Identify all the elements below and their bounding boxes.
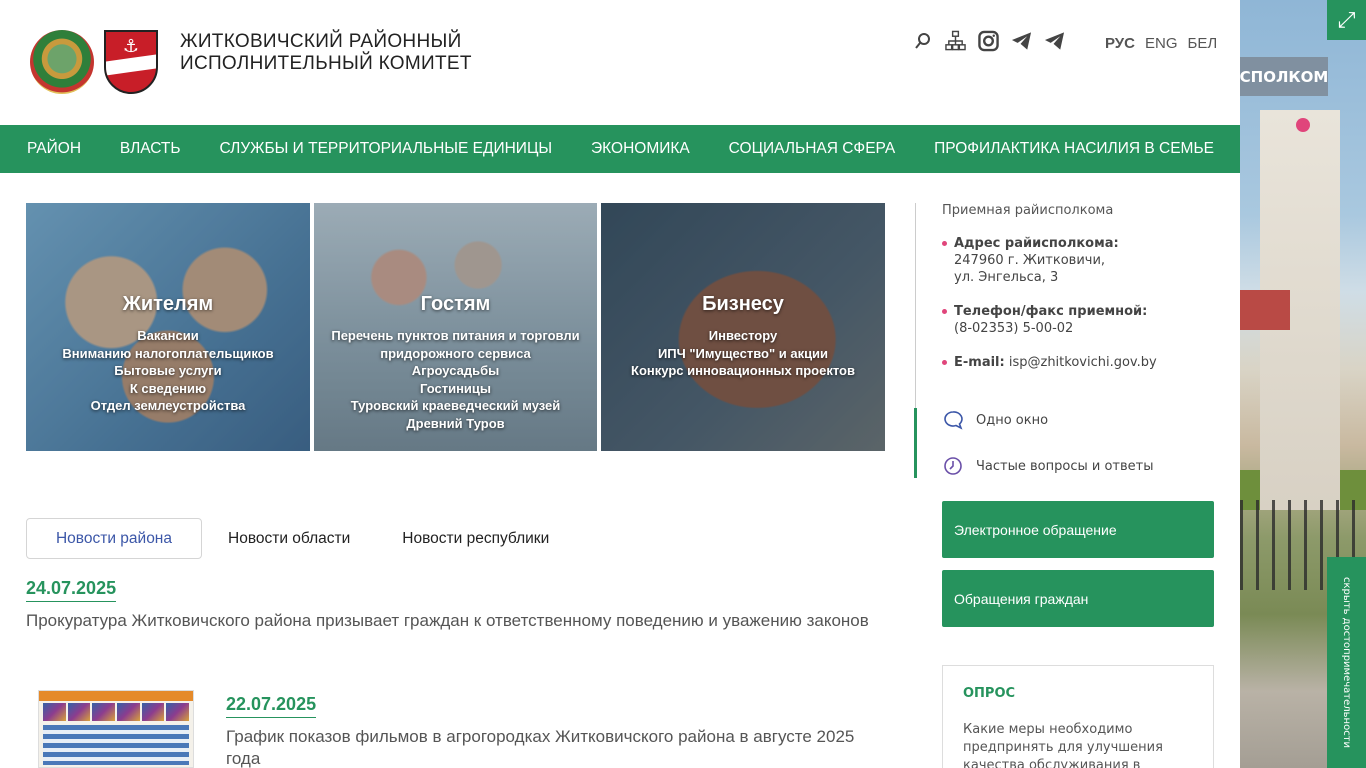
card-link[interactable]: Отдел землеустройства [26, 397, 310, 415]
lang-be[interactable]: БЕЛ [1188, 35, 1218, 52]
one-window-link[interactable]: Одно окно [942, 409, 1048, 431]
card-link[interactable]: Конкурс инновационных проектов [601, 362, 885, 380]
card-link[interactable]: Туровский краеведческий музей [314, 397, 597, 415]
nav-item-social[interactable]: СОЦИАЛЬНАЯ СФЕРА [729, 140, 896, 158]
card-link[interactable]: ИПЧ "Имущество" и акции [601, 345, 885, 363]
lang-ru[interactable]: РУС [1105, 35, 1135, 52]
nav-item-violence-prevention[interactable]: ПРОФИЛАКТИКА НАСИЛИЯ В СЕМЬЕ [934, 140, 1214, 158]
phone-info: Телефон/факс приемной: (8-02353) 5-00-02 [942, 303, 1147, 337]
faq-link[interactable]: Частые вопросы и ответы [942, 455, 1153, 477]
language-switcher: РУС ENG БЕЛ [1105, 35, 1217, 52]
nav-item-economy[interactable]: ЭКОНОМИКА [591, 140, 690, 158]
chat-bubble-icon [942, 409, 964, 431]
card-title[interactable]: Жителям [26, 293, 310, 316]
expand-icon[interactable]: ⤢ [1327, 0, 1366, 40]
card-title[interactable]: Бизнесу [601, 293, 885, 316]
reception-title: Приемная райисполкома [942, 203, 1114, 218]
card-link[interactable]: Вакансии [26, 327, 310, 345]
landmark-ribbon: СПОЛКОМ [1240, 57, 1328, 96]
nav-item-government[interactable]: ВЛАСТЬ [120, 140, 181, 158]
nav-item-services[interactable]: СЛУЖБЫ И ТЕРРИТОРИАЛЬНЫЕ ЕДИНИЦЫ [219, 140, 552, 158]
main-nav: РАЙОН ВЛАСТЬ СЛУЖБЫ И ТЕРРИТОРИАЛЬНЫЕ ЕД… [0, 125, 1240, 173]
email-link[interactable]: isp@zhitkovichi.gov.by [1009, 355, 1157, 370]
poll-box: ОПРОС Какие меры необходимо предпринять … [942, 665, 1214, 768]
telegram-icon[interactable] [1011, 30, 1032, 52]
news-date[interactable]: 24.07.2025 [26, 578, 117, 602]
site-header: ⚓ ЖИТКОВИЧСКИЙ РАЙОННЫЙ ИСПОЛНИТЕЛЬНЫЙ К… [0, 0, 1240, 125]
landmark-marker[interactable] [1296, 118, 1310, 132]
email-info: E-mail: isp@zhitkovichi.gov.by [942, 354, 1157, 371]
card-link[interactable]: Перечень пунктов питания и торговли [314, 327, 597, 345]
sitemap-icon[interactable] [945, 30, 966, 52]
card-link[interactable]: К сведению [26, 380, 310, 398]
news-tabs: Новости района Новости области Новости р… [26, 518, 575, 559]
card-title[interactable]: Гостям [314, 293, 597, 316]
state-emblem-logo[interactable] [30, 30, 94, 94]
tab-republic-news[interactable]: Новости республики [376, 518, 575, 559]
header-icons [912, 30, 1065, 52]
search-icon[interactable] [912, 30, 933, 52]
card-business[interactable]: Бизнесу Инвестору ИПЧ "Имущество" и акци… [601, 203, 885, 451]
news-headline[interactable]: Прокуратура Житковичского района призыва… [26, 610, 896, 632]
news-date[interactable]: 22.07.2025 [226, 694, 317, 718]
card-link[interactable]: Древний Туров [314, 415, 597, 433]
hide-landmarks-tab[interactable]: скрыть достопримечательности [1327, 557, 1366, 768]
card-link[interactable]: Гостиницы [314, 380, 597, 398]
telegram-icon[interactable] [1044, 30, 1065, 52]
card-link[interactable]: Агроусадьбы [314, 362, 597, 380]
card-link[interactable]: придорожного сервиса [314, 345, 597, 363]
card-link[interactable]: Инвестору [601, 327, 885, 345]
card-link[interactable]: Бытовые услуги [26, 362, 310, 380]
sidebar-accent [914, 408, 917, 478]
tab-region-news[interactable]: Новости области [202, 518, 376, 559]
citizen-appeals-button[interactable]: Обращения граждан [942, 570, 1214, 627]
address-info: Адрес райисполкома: 247960 г. Житковичи,… [942, 235, 1119, 286]
tab-district-news[interactable]: Новости района [26, 518, 202, 559]
nav-item-district[interactable]: РАЙОН [27, 140, 81, 158]
instagram-icon[interactable] [978, 30, 999, 52]
news-thumbnail[interactable] [38, 690, 194, 768]
news-headline[interactable]: График показов фильмов в агрогородках Жи… [226, 726, 886, 768]
card-link[interactable]: Вниманию налогоплательщиков [26, 345, 310, 363]
poll-title: ОПРОС [963, 686, 1016, 701]
clock-icon [942, 455, 964, 477]
electronic-appeal-button[interactable]: Электронное обращение [942, 501, 1214, 558]
org-name[interactable]: ЖИТКОВИЧСКИЙ РАЙОННЫЙ ИСПОЛНИТЕЛЬНЫЙ КОМ… [180, 31, 472, 75]
lang-en[interactable]: ENG [1145, 35, 1178, 52]
card-guests[interactable]: Гостям Перечень пунктов питания и торгов… [314, 203, 597, 451]
audience-cards: Жителям Вакансии Вниманию налогоплательщ… [26, 203, 885, 451]
card-residents[interactable]: Жителям Вакансии Вниманию налогоплательщ… [26, 203, 310, 451]
poll-question: Какие меры необходимо предпринять для ул… [963, 722, 1163, 768]
coat-of-arms-logo[interactable]: ⚓ [104, 30, 158, 94]
